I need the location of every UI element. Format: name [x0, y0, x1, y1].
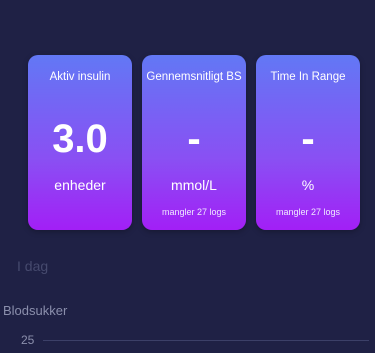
stats-cards: Aktiv insulin 3.0 enheder Gennemsnitligt… — [28, 55, 360, 230]
chart-gridline — [43, 340, 369, 341]
card-value: 3.0 — [52, 117, 108, 161]
chart-axis-row: 25 — [21, 333, 375, 349]
card-note: mangler 27 logs — [275, 207, 341, 217]
card-value: - — [301, 117, 315, 161]
today-label: I dag — [17, 258, 49, 274]
card-note: mangler 27 logs — [161, 207, 227, 217]
time-in-range-card[interactable]: Time In Range - % mangler 27 logs — [256, 55, 360, 230]
card-value: - — [187, 117, 201, 161]
y-axis-tick-label: 25 — [21, 333, 35, 347]
card-unit: mmol/L — [171, 177, 217, 193]
card-title: Gennemsnitligt BS — [146, 71, 242, 83]
card-title: Aktiv insulin — [49, 71, 111, 83]
card-title: Time In Range — [270, 71, 346, 83]
active-insulin-card[interactable]: Aktiv insulin 3.0 enheder — [28, 55, 132, 230]
blood-sugar-chart-title: Blodsukker — [3, 303, 68, 318]
card-unit: % — [301, 177, 315, 193]
card-unit: enheder — [54, 177, 106, 193]
average-bs-card[interactable]: Gennemsnitligt BS - mmol/L mangler 27 lo… — [142, 55, 246, 230]
